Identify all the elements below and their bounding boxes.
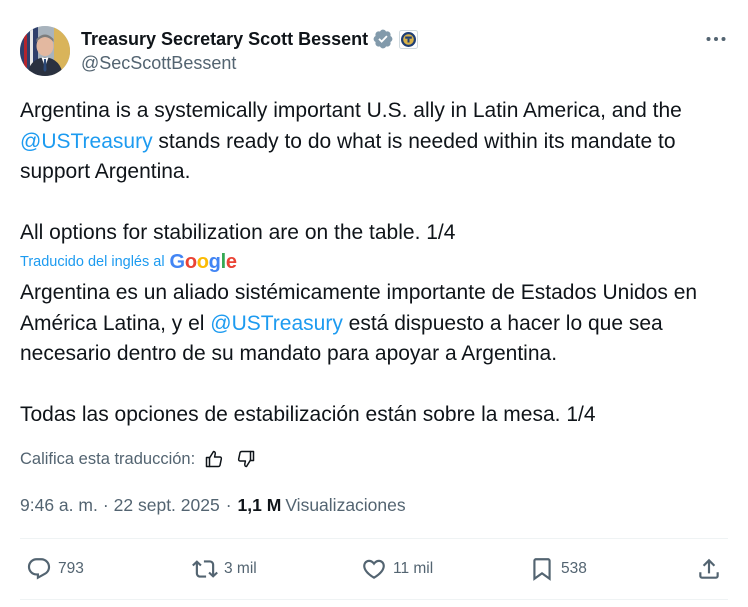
rate-translation-row: Califica esta traducción:: [20, 447, 256, 471]
repost-button[interactable]: 3 mil: [192, 556, 257, 582]
bookmark-button[interactable]: 538: [529, 556, 587, 582]
tweet-time[interactable]: 9:46 a. m.: [20, 495, 98, 516]
translation-paragraph-1: Argentina es un aliado sistémicamente im…: [20, 278, 738, 370]
repost-icon: [192, 560, 218, 578]
avatar[interactable]: [20, 26, 70, 76]
author-name-row: Treasury Secretary Scott Bessent: [81, 27, 419, 51]
bookmark-icon: [533, 558, 551, 581]
mention-link[interactable]: @USTreasury: [210, 312, 343, 335]
reply-count: 793: [58, 560, 84, 577]
divider: [20, 538, 728, 539]
meta-separator: ·: [225, 494, 232, 515]
tweet-paragraph-1: Argentina is a systemically important U.…: [20, 96, 732, 188]
share-button[interactable]: [696, 556, 722, 582]
reply-button[interactable]: 793: [26, 556, 84, 582]
thumbs-down-icon[interactable]: [236, 449, 256, 469]
meta-separator: ·: [102, 494, 109, 515]
like-button[interactable]: 11 mil: [361, 556, 433, 582]
more-options-icon[interactable]: [704, 30, 728, 48]
verified-badge-icon[interactable]: [372, 28, 394, 50]
translated-by-text: Traducido del inglés al: [20, 254, 165, 270]
like-count: 11 mil: [393, 560, 434, 577]
author-handle[interactable]: @SecScottBessent: [81, 53, 236, 74]
translated-by-label[interactable]: Traducido del inglés al Google: [20, 250, 237, 274]
tweet-text: Argentina is a systemically important U.…: [20, 96, 732, 248]
tweet-text-part: Argentina is a systemically important U.…: [20, 99, 682, 122]
repost-count: 3 mil: [224, 560, 257, 577]
avatar-photo-icon: [20, 26, 70, 76]
tweet-meta-row: 9:46 a. m. · 22 sept. 2025 · 1,1 M Visua…: [20, 493, 406, 517]
tweet-date[interactable]: 22 sept. 2025: [114, 495, 220, 516]
tweet-paragraph-2: All options for stabilization are on the…: [20, 220, 456, 244]
bookmark-count: 538: [561, 560, 587, 577]
rate-translation-label: Califica esta traducción:: [20, 449, 196, 468]
translation-paragraph-2: Todas las opciones de estabilización est…: [20, 402, 596, 426]
thumbs-up-icon[interactable]: [204, 449, 224, 469]
treasury-seal-icon[interactable]: [399, 29, 419, 49]
mention-link[interactable]: @USTreasury: [20, 130, 153, 153]
heart-icon: [363, 559, 385, 579]
share-icon: [699, 558, 719, 579]
google-logo: Google: [169, 250, 237, 273]
reply-icon: [27, 558, 51, 580]
author-display-name[interactable]: Treasury Secretary Scott Bessent: [81, 29, 368, 50]
translation-text: Argentina es un aliado sistémicamente im…: [20, 278, 738, 430]
views-count: 1,1 M: [237, 494, 282, 515]
views-label: Visualizaciones: [285, 494, 406, 515]
divider: [20, 599, 728, 600]
